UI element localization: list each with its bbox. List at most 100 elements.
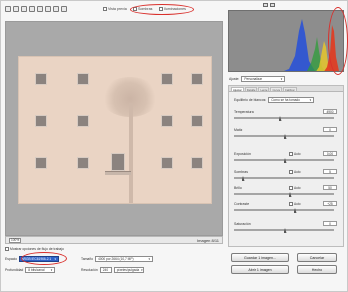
workflow-options-checkbox[interactable]: Mostrar opciones de flujo de trabajo — [5, 247, 64, 251]
camera-raw-window: Vista previa Sombras Iluminaciones 100% … — [0, 0, 348, 292]
window — [161, 115, 173, 127]
slider-label: Sombras — [234, 170, 249, 174]
window — [77, 157, 89, 169]
checkbox-box[interactable] — [5, 247, 9, 251]
setting-label: Ajuste: — [229, 77, 240, 81]
size-value: 4000 por 2664 (10,7 MP) — [98, 257, 134, 261]
toolbar: Vista previa Sombras Iluminaciones — [3, 2, 225, 18]
open-image-button[interactable]: Abrir 1 imagen — [231, 265, 289, 274]
resolution-unit-select[interactable]: píxeles/pulgada ▾ — [113, 267, 144, 273]
done-button[interactable]: Hecho — [297, 265, 337, 274]
slider-value-field[interactable]: 0 — [323, 127, 337, 132]
tab-curva[interactable]: Curva — [270, 87, 282, 92]
auto-checkbox[interactable]: Auto — [289, 170, 301, 174]
slider-track[interactable] — [234, 158, 334, 163]
image-counter: Imagen 8/11 — [197, 237, 219, 243]
white-balance-row: Equilibrio de blancos: Como se ha tomado… — [234, 97, 315, 103]
tab-ajustar[interactable]: Ajustar — [231, 87, 244, 92]
resolution-row: Resolución 240 píxeles/pulgada ▾ — [81, 267, 144, 273]
preview-label: Vista previa — [108, 7, 127, 11]
annotation-oval-space — [21, 252, 67, 265]
slider-label: Contraste — [234, 202, 250, 206]
balcony — [105, 171, 131, 175]
depth-select[interactable]: 8 bits/canal ▾ — [25, 267, 56, 273]
straighten-tool-icon[interactable] — [45, 6, 51, 12]
checkbox-box[interactable] — [289, 186, 293, 190]
slider-track[interactable] — [234, 116, 334, 121]
chevron-down-icon: ▾ — [50, 268, 53, 272]
slider-value-field[interactable]: +25 — [323, 201, 337, 206]
window — [191, 73, 203, 85]
slider-thumb[interactable] — [288, 192, 292, 197]
auto-checkbox[interactable]: Auto — [289, 152, 301, 156]
workflow-options-label: Mostrar opciones de flujo de trabajo — [10, 247, 64, 251]
slider-track[interactable] — [234, 176, 334, 181]
histogram-graph — [284, 19, 339, 71]
slider-value-field[interactable]: 4900 — [323, 109, 337, 114]
slider-value-field[interactable]: 0,00 — [323, 151, 337, 156]
setting-value: Personalizar — [244, 77, 263, 81]
slider-track[interactable] — [234, 228, 334, 233]
hand-tool-icon[interactable] — [13, 6, 19, 12]
slider-thumb[interactable] — [283, 228, 287, 233]
color-sampler-icon[interactable] — [29, 6, 35, 12]
annotation-oval-histogram — [328, 7, 348, 75]
resolution-unit: píxeles/pulgada — [116, 268, 140, 272]
slider-label: Saturación — [234, 222, 251, 226]
slider-thumb[interactable] — [278, 116, 282, 121]
window — [191, 115, 203, 127]
rotate-right-icon[interactable] — [61, 6, 67, 12]
slider-thumb[interactable] — [293, 208, 297, 213]
slider-track[interactable] — [234, 192, 334, 197]
adjustments-panel: Ajustar Detalle Lente Curva Calibrar Equ… — [228, 85, 344, 247]
palm-trunk-shadow — [129, 103, 133, 203]
crop-tool-icon[interactable] — [37, 6, 43, 12]
size-row: Tamaño 4000 por 2664 (10,7 MP) ▾ — [81, 256, 154, 262]
slider-value-field[interactable]: 0 — [323, 221, 337, 226]
window — [161, 73, 173, 85]
slider-thumb[interactable] — [241, 176, 245, 181]
slider-thumb[interactable] — [283, 158, 287, 163]
tab-detalle[interactable]: Detalle — [244, 87, 258, 92]
window — [77, 73, 89, 85]
slider-thumb[interactable] — [283, 134, 287, 139]
auto-checkbox[interactable]: Auto — [289, 202, 301, 206]
slider-track[interactable] — [234, 134, 334, 139]
slider-track[interactable] — [234, 208, 334, 213]
window — [77, 115, 89, 127]
tab-calibrar[interactable]: Calibrar — [282, 87, 297, 92]
slider-value-field[interactable]: 50 — [323, 185, 337, 190]
white-balance-select[interactable]: Como se ha tomado ▾ — [268, 97, 315, 103]
histogram — [228, 10, 344, 72]
checkbox-box[interactable] — [289, 152, 293, 156]
histogram-blue-channel — [284, 19, 315, 71]
preview-checkbox[interactable]: Vista previa — [103, 7, 127, 11]
resolution-value: 240 — [102, 268, 109, 272]
window — [35, 115, 47, 127]
depth-row: Profundidad 8 bits/canal ▾ — [5, 267, 56, 273]
auto-label: Auto — [294, 186, 301, 190]
size-select[interactable]: 4000 por 2664 (10,7 MP) ▾ — [95, 256, 154, 262]
size-label: Tamaño — [81, 257, 94, 261]
slider-label: Exposición — [234, 152, 251, 156]
tab-lente[interactable]: Lente — [258, 87, 270, 92]
save-image-button[interactable]: Guardar 1 imagen... — [231, 253, 289, 262]
zoom-tool-icon[interactable] — [5, 6, 11, 12]
image-preview-pane[interactable] — [5, 21, 223, 236]
resolution-label: Resolución — [81, 268, 98, 272]
rotate-left-icon[interactable] — [53, 6, 59, 12]
shadow-clip-indicator[interactable] — [263, 3, 268, 7]
checkbox-box[interactable] — [289, 170, 293, 174]
setting-select[interactable]: Personalizar ▾ — [241, 76, 286, 82]
auto-checkbox[interactable]: Auto — [289, 186, 301, 190]
zoom-select[interactable]: 100% — [9, 237, 22, 243]
checkbox-box[interactable] — [103, 7, 107, 11]
slider-value-field[interactable]: 5 — [323, 169, 337, 174]
cancel-button[interactable]: Cancelar — [297, 253, 337, 262]
resolution-input[interactable]: 240 — [99, 267, 112, 273]
eyedropper-tool-icon[interactable] — [21, 6, 27, 12]
panel-tabs: Ajustar Detalle Lente Curva Calibrar — [229, 86, 343, 92]
checkbox-box[interactable] — [289, 202, 293, 206]
space-label: Espacio — [5, 257, 18, 261]
highlight-clip-indicator[interactable] — [270, 3, 275, 7]
